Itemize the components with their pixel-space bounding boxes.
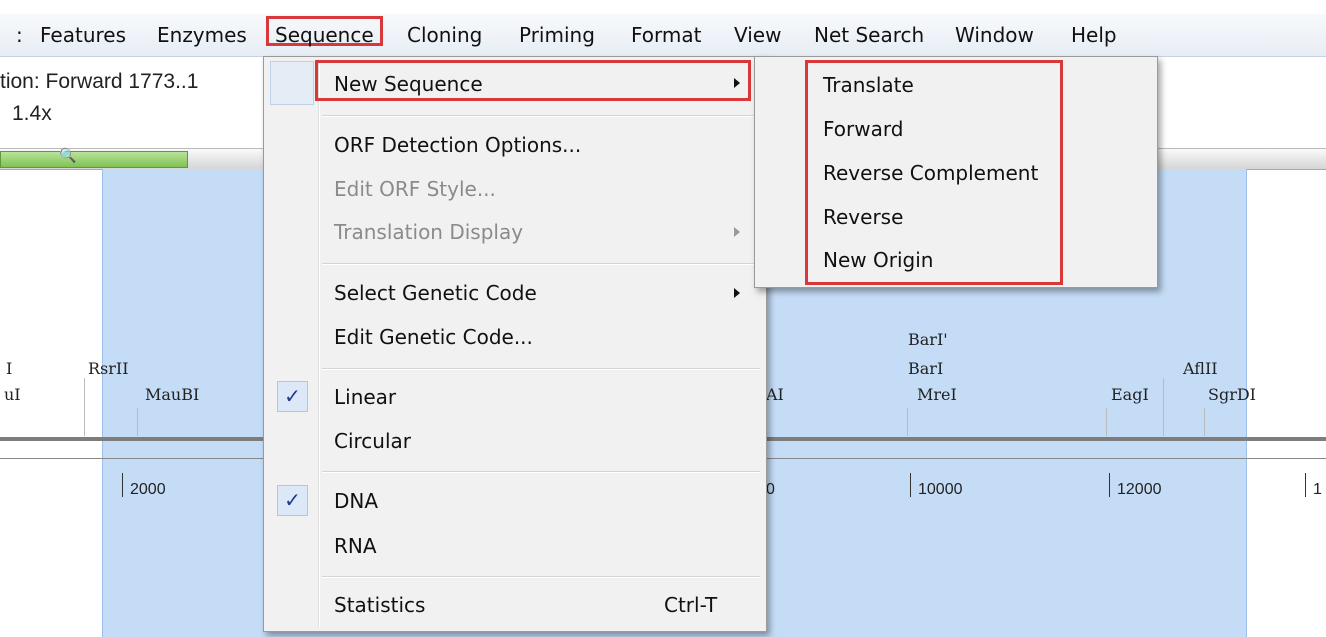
statistics-shortcut: Ctrl-T xyxy=(664,593,718,617)
menu-item-edit-genetic-code[interactable]: Edit Genetic Code... xyxy=(334,325,533,349)
menu-separator xyxy=(322,115,760,117)
menu-format[interactable]: Format xyxy=(631,23,701,47)
menu-item-statistics[interactable]: Statistics xyxy=(334,593,425,617)
submenu-item-reverse[interactable]: Reverse xyxy=(823,205,903,229)
menu-bar: : Features Enzymes Sequence Cloning Prim… xyxy=(0,14,1326,57)
enzyme-label[interactable]: RsrII xyxy=(88,359,129,378)
ruler-label: 1 xyxy=(1313,481,1322,498)
enzyme-label[interactable]: EagI xyxy=(1111,385,1149,404)
menu-item-edit-orf-style[interactable]: Edit ORF Style... xyxy=(334,177,496,201)
enzyme-label[interactable]: BarI' xyxy=(908,330,948,349)
menu-item-linear[interactable]: Linear xyxy=(334,385,396,409)
menu-window[interactable]: Window xyxy=(955,23,1034,47)
submenu-arrow-icon xyxy=(734,288,740,298)
menu-colon: : xyxy=(16,23,23,47)
ruler-tick xyxy=(1305,473,1306,497)
enzyme-label[interactable]: uI xyxy=(4,385,21,404)
ruler-tick xyxy=(910,473,911,497)
menu-net-search[interactable]: Net Search xyxy=(814,23,924,47)
ruler-tick xyxy=(1109,473,1110,497)
new-sequence-submenu: Translate Forward Reverse Complement Rev… xyxy=(754,56,1158,288)
enzyme-tick xyxy=(907,408,908,436)
menu-gutter xyxy=(318,59,320,627)
menu-cloning[interactable]: Cloning xyxy=(407,23,482,47)
zoom-slider-thumb[interactable]: 🔍 xyxy=(0,148,188,168)
menu-enzymes[interactable]: Enzymes xyxy=(157,23,247,47)
ruler-label: 12000 xyxy=(1117,481,1162,498)
menu-separator xyxy=(322,471,760,473)
checkmark-icon: ✓ xyxy=(277,485,308,516)
checkmark-icon: ✓ xyxy=(277,381,308,412)
menu-item-select-genetic-code[interactable]: Select Genetic Code xyxy=(334,281,537,305)
menu-view[interactable]: View xyxy=(734,23,781,47)
ruler-tick xyxy=(122,473,123,497)
sequence-menu: New Sequence ORF Detection Options... Ed… xyxy=(263,56,767,632)
enzyme-tick xyxy=(1106,408,1107,436)
menu-item-dna[interactable]: DNA xyxy=(334,489,378,513)
menu-features[interactable]: Features xyxy=(40,23,126,47)
enzyme-label[interactable]: SgrDI xyxy=(1208,385,1256,404)
enzyme-label[interactable]: MauBI xyxy=(145,385,199,404)
ruler-label: 0 xyxy=(766,481,775,498)
submenu-item-reverse-complement[interactable]: Reverse Complement xyxy=(823,161,1038,185)
highlight-box xyxy=(315,60,751,101)
submenu-item-new-origin[interactable]: New Origin xyxy=(823,248,933,272)
magnifier-icon: 🔍 xyxy=(59,148,77,164)
menu-priming[interactable]: Priming xyxy=(519,23,595,47)
enzyme-label[interactable]: I xyxy=(6,359,12,378)
selection-info: tion: Forward 1773..1 xyxy=(0,70,199,93)
menu-separator xyxy=(322,576,760,578)
enzyme-tick xyxy=(84,378,85,436)
submenu-arrow-icon xyxy=(734,227,740,237)
menu-item-circular[interactable]: Circular xyxy=(334,429,411,453)
menu-separator xyxy=(322,368,760,370)
enzyme-tick xyxy=(137,408,138,436)
enzyme-label[interactable]: MreI xyxy=(917,385,957,404)
ruler-label: 10000 xyxy=(918,481,963,498)
zoom-level: 1.4x xyxy=(12,102,52,125)
enzyme-tick xyxy=(1163,378,1164,436)
menu-sequence[interactable]: Sequence xyxy=(266,16,383,47)
menu-item-rna[interactable]: RNA xyxy=(334,534,377,558)
menu-hover-indicator xyxy=(270,61,314,105)
enzyme-label[interactable]: AI xyxy=(766,385,784,404)
enzyme-tick xyxy=(1204,408,1205,436)
enzyme-label[interactable]: AflII xyxy=(1183,359,1218,378)
submenu-item-translate[interactable]: Translate xyxy=(823,73,914,97)
menu-item-translation-display[interactable]: Translation Display xyxy=(334,220,523,244)
submenu-item-forward[interactable]: Forward xyxy=(823,117,903,141)
ruler-label: 2000 xyxy=(130,481,166,498)
menu-item-orf-options[interactable]: ORF Detection Options... xyxy=(334,133,581,157)
enzyme-label[interactable]: BarI xyxy=(908,359,943,378)
menu-separator xyxy=(322,263,760,265)
menu-help[interactable]: Help xyxy=(1071,23,1117,47)
